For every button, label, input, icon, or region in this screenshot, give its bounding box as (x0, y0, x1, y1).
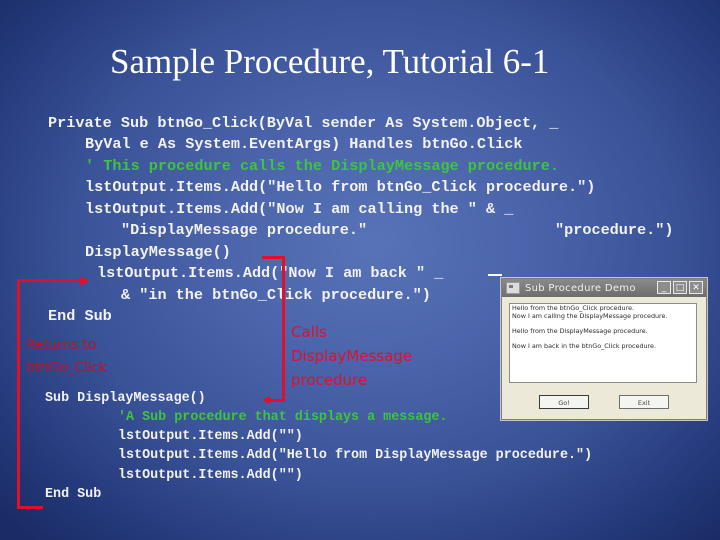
sub-procedure-demo-window: Sub Procedure Demo _ □ ✕ Hello from the … (501, 278, 707, 420)
app-icon (506, 282, 520, 294)
returns-connector-bottom (17, 506, 43, 509)
calls-annotation-line-1: Calls (291, 323, 327, 341)
code-line-add-hello: lstOutput.Items.Add("Hello from btnGo_Cl… (85, 178, 596, 196)
code-line-in-btngo-click: & "in the btnGo_Click procedure.") (121, 286, 431, 304)
calls-connector-bottom (270, 399, 285, 402)
returns-annotation: Returns to btnGo_Click (26, 334, 107, 380)
code-line-end-sub-2: End Sub (45, 487, 102, 502)
slide-title: Sample Procedure, Tutorial 6-1 (110, 42, 550, 81)
returns-annotation-line-1: Returns to (26, 337, 96, 353)
output-listbox[interactable]: Hello from the btnGo_Click procedure. No… (509, 303, 697, 383)
code-line-add-empty-1: lstOutput.Items.Add("") (118, 429, 303, 444)
code-line-add-now-calling: lstOutput.Items.Add("Now I am calling th… (85, 200, 514, 218)
window-pointer-line (488, 274, 502, 276)
code-line-add-empty-2: lstOutput.Items.Add("") (118, 468, 303, 483)
code-line-call-displaymessage: DisplayMessage() (85, 243, 231, 261)
calls-arrowhead-icon (262, 396, 270, 404)
code-line-add-hello-displaymessage: lstOutput.Items.Add("Hello from DisplayM… (118, 448, 593, 463)
window-title: Sub Procedure Demo (525, 282, 636, 294)
minimize-icon[interactable]: _ (657, 281, 671, 294)
list-item[interactable]: Now I am back in the btnGo_Click procedu… (512, 342, 694, 351)
calls-connector-vertical (282, 256, 285, 402)
window-controls: _ □ ✕ (657, 281, 703, 294)
list-item[interactable]: Hello from the DisplayMessage procedure. (512, 327, 694, 336)
code-comment-calls: ' This procedure calls the DisplayMessag… (85, 157, 559, 175)
close-icon[interactable]: ✕ (689, 281, 703, 294)
window-titlebar[interactable]: Sub Procedure Demo _ □ ✕ (502, 279, 706, 297)
go-button[interactable]: Go! (539, 395, 589, 409)
returns-annotation-line-2: btnGo_Click (26, 360, 107, 376)
calls-annotation: Calls DisplayMessage procedure (291, 320, 412, 392)
code-line-private-sub: Private Sub btnGo_Click(ByVal sender As … (48, 114, 559, 132)
code-line-procedure-string: "procedure.") (555, 221, 674, 239)
code-line-add-now-back: lstOutput.Items.Add("Now I am back " _ (97, 264, 444, 282)
maximize-icon[interactable]: □ (673, 281, 687, 294)
returns-connector-top (17, 279, 83, 282)
calls-annotation-line-2: DisplayMessage (291, 347, 413, 365)
list-item[interactable]: Now I am calling the DisplayMessage proc… (512, 312, 694, 321)
code-line-displaymessage-string: "DisplayMessage procedure." (121, 221, 368, 239)
calls-connector-top (262, 256, 284, 259)
code-line-sub-displaymessage: Sub DisplayMessage() (45, 391, 206, 406)
code-line-end-sub-1: End Sub (48, 307, 112, 325)
returns-arrowhead-icon (80, 275, 89, 286)
calls-annotation-line-3: procedure (291, 371, 368, 389)
returns-connector-vertical (17, 279, 20, 509)
exit-button[interactable]: Exit (619, 395, 669, 409)
code-line-byval-e: ByVal e As System.EventArgs) Handles btn… (85, 135, 523, 153)
code-comment-displays: 'A Sub procedure that displays a message… (118, 410, 448, 425)
